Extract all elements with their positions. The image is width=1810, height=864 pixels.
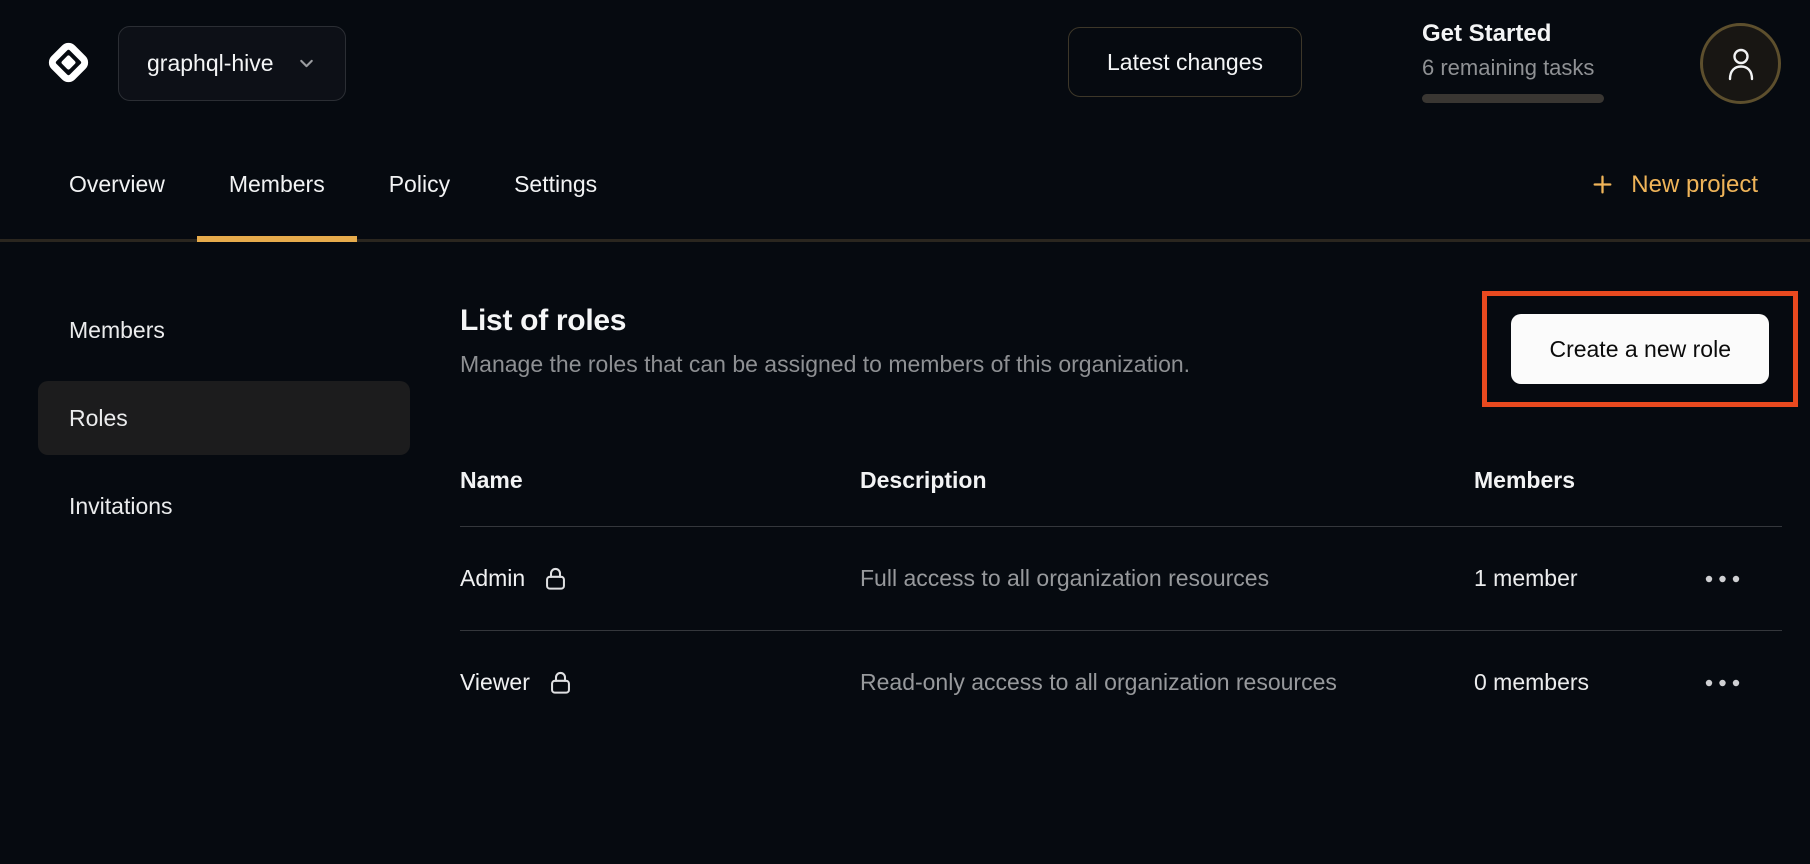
role-name-cell: Viewer (460, 669, 860, 696)
page-subtitle: Manage the roles that can be assigned to… (460, 351, 1190, 378)
hive-diamond-icon (45, 39, 92, 86)
role-menu-cell (1700, 672, 1782, 694)
plus-icon (1590, 172, 1615, 197)
get-started-title: Get Started (1422, 20, 1606, 48)
org-name-label: graphql-hive (147, 50, 274, 77)
column-header-description: Description (860, 467, 1474, 494)
roles-header: List of roles Manage the roles that can … (460, 304, 1782, 407)
roles-table: Name Description Members Admin Full (460, 467, 1782, 734)
role-menu-cell (1700, 568, 1782, 590)
tab-overview[interactable]: Overview (37, 130, 197, 239)
table-row-viewer: Viewer Read-only access to all organizat… (460, 631, 1782, 734)
tab-settings[interactable]: Settings (482, 130, 629, 239)
role-description-cell: Full access to all organization resource… (860, 563, 1474, 594)
org-tab-bar: Overview Members Policy Settings New pro… (0, 130, 1810, 242)
role-members-count: 0 members (1474, 669, 1589, 695)
role-members-cell: 1 member (1474, 565, 1700, 592)
roles-panel: List of roles Manage the roles that can … (460, 242, 1782, 734)
create-role-button[interactable]: Create a new role (1511, 314, 1769, 384)
top-bar: graphql-hive Latest changes Get Started … (0, 0, 1810, 130)
role-members-count: 1 member (1474, 565, 1578, 591)
latest-changes-button[interactable]: Latest changes (1068, 27, 1302, 97)
role-description-text: Full access to all organization resource… (860, 563, 1380, 594)
role-name-label: Admin (460, 565, 525, 592)
role-name-label: Viewer (460, 669, 530, 696)
sidebar-item-roles[interactable]: Roles (38, 381, 410, 455)
get-started-progress-bar (1422, 94, 1604, 103)
row-menu-button[interactable] (1700, 672, 1745, 694)
column-header-name: Name (460, 467, 860, 494)
roles-table-header: Name Description Members (460, 467, 1782, 527)
lock-icon (542, 565, 569, 592)
lock-icon (547, 669, 574, 696)
column-header-menu (1700, 467, 1782, 494)
new-project-label: New project (1631, 171, 1758, 199)
org-switcher-button[interactable]: graphql-hive (118, 26, 346, 101)
role-name-cell: Admin (460, 565, 860, 592)
new-project-button[interactable]: New project (1590, 130, 1758, 239)
sidebar-item-members[interactable]: Members (38, 293, 410, 367)
tab-members[interactable]: Members (197, 130, 357, 239)
user-icon (1724, 45, 1758, 83)
get-started-widget[interactable]: Get Started 6 remaining tasks (1422, 20, 1606, 103)
hive-logo[interactable] (34, 28, 102, 96)
content-area: Members Roles Invitations List of roles … (0, 242, 1810, 734)
page-title: List of roles (460, 304, 1190, 338)
user-avatar-button[interactable] (1700, 23, 1781, 104)
role-description-text: Read-only access to all organization res… (860, 667, 1380, 698)
ellipsis-icon (1704, 678, 1741, 688)
column-header-members: Members (1474, 467, 1700, 494)
roles-heading-block: List of roles Manage the roles that can … (460, 304, 1190, 378)
get-started-subtitle: 6 remaining tasks (1422, 55, 1606, 81)
table-row-admin: Admin Full access to all organization re… (460, 527, 1782, 631)
sidebar-item-invitations[interactable]: Invitations (38, 469, 410, 543)
role-description-cell: Read-only access to all organization res… (860, 667, 1474, 698)
chevron-down-icon (296, 53, 317, 74)
row-menu-button[interactable] (1700, 568, 1745, 590)
annotation-highlight: Create a new role (1482, 291, 1798, 407)
members-sidebar: Members Roles Invitations (38, 242, 410, 557)
tab-policy[interactable]: Policy (357, 130, 482, 239)
role-members-cell: 0 members (1474, 669, 1700, 696)
latest-changes-label: Latest changes (1107, 49, 1263, 76)
ellipsis-icon (1704, 574, 1741, 584)
